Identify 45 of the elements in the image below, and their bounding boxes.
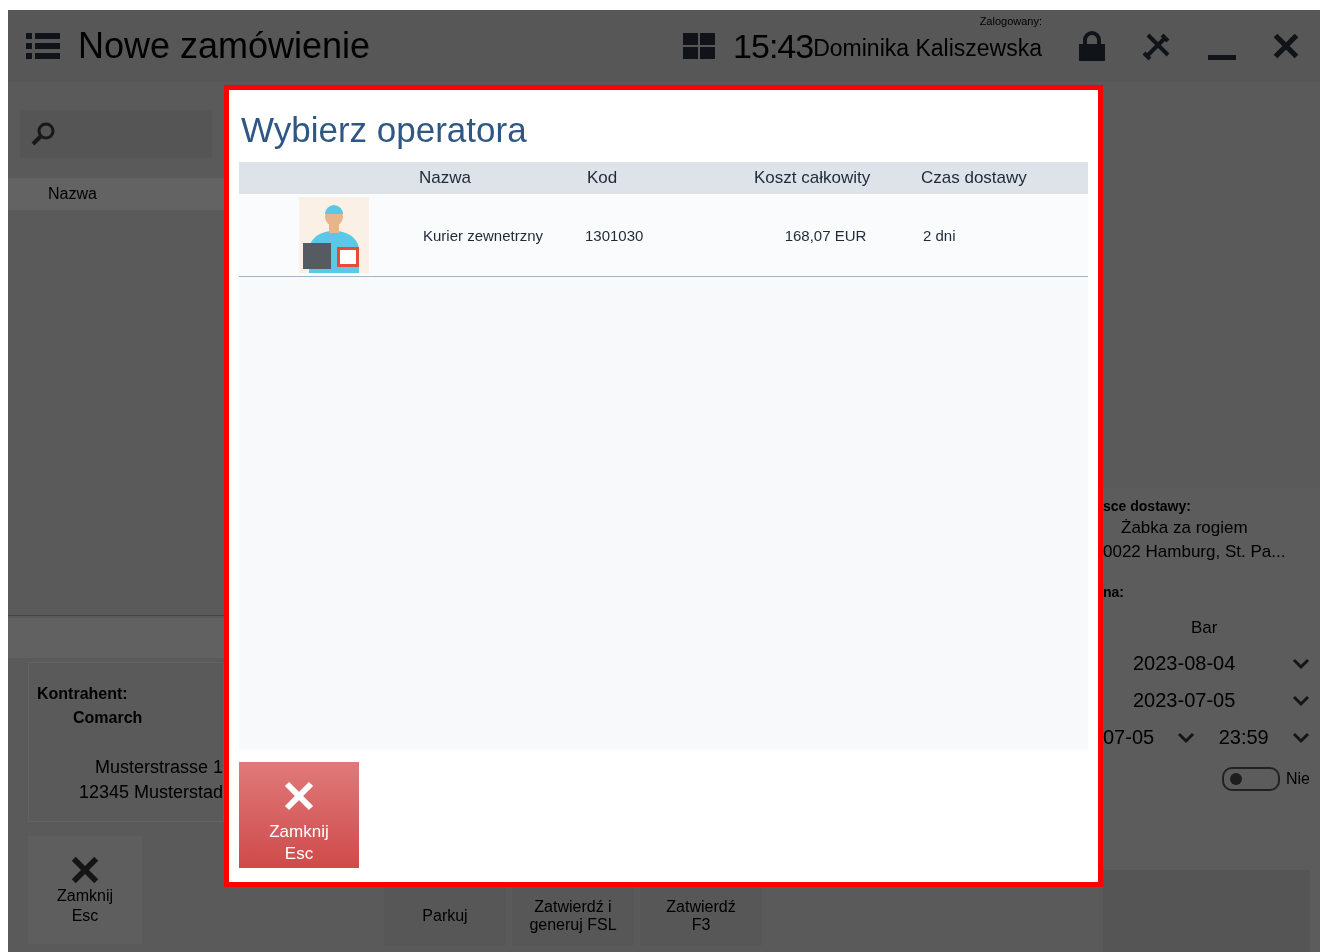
chevron-down-icon[interactable]	[1292, 694, 1310, 707]
chevron-down-icon[interactable]	[1292, 657, 1310, 670]
search-field[interactable]	[20, 110, 212, 158]
search-icon	[30, 121, 56, 147]
table-cell-text: 1301030	[584, 226, 645, 244]
delivery-address: 0022 Hamburg, St. Pa...	[1103, 542, 1287, 562]
close-icon	[70, 855, 100, 885]
window-title: Nowe zamówienie	[78, 25, 372, 67]
logged-in-label: Zalogowany:	[979, 14, 1042, 27]
table-cell-text: 168,07 EUR	[783, 226, 868, 244]
column-header: Czas dostawy	[920, 168, 1028, 188]
contractor-label: Kontrahent:	[37, 685, 129, 703]
date-value: 2023-07-05	[1133, 689, 1236, 712]
column-header: Kod	[586, 168, 619, 188]
user-name: Dominika Kaliszewska	[813, 34, 1042, 62]
delivery-address: Żabka za rogiem	[1121, 518, 1249, 538]
address-line: Musterstrasse 1	[94, 757, 223, 778]
clock-time: 15:43	[733, 26, 814, 66]
column-header: Koszt całkowity	[753, 168, 872, 188]
grid-icon[interactable]	[683, 33, 716, 59]
close-button[interactable]: Zamknij Esc	[28, 836, 142, 944]
tools-icon[interactable]	[1142, 31, 1172, 61]
field-label: na:	[1103, 584, 1125, 600]
date-value: 07-05	[1103, 726, 1155, 749]
toggle-switch[interactable]	[1222, 767, 1280, 791]
table-cell-text: 2 dni	[922, 226, 957, 244]
close-button[interactable]: Zamknij Esc	[239, 762, 359, 868]
date-value: 2023-08-04	[1133, 652, 1236, 675]
table-cell-text: Kurier zewnetrzny	[422, 226, 545, 244]
address-line: 12345 Musterstad	[78, 782, 223, 803]
contractor-name: Comarch	[73, 709, 144, 727]
toggle-label: Nie	[1286, 770, 1310, 788]
dialog-title: Wybierz operatora	[241, 110, 528, 150]
time-value: 23:59	[1218, 726, 1269, 749]
column-header: Nazwa	[8, 178, 224, 210]
close-icon	[1272, 32, 1300, 60]
table-row[interactable]: Kurier zewnetrzny 1301030 168,07 EUR 2 dni	[239, 194, 1088, 277]
lock-icon[interactable]	[1078, 31, 1106, 61]
column-header: Nazwa	[418, 168, 472, 188]
close-icon	[283, 780, 315, 812]
delivery-label: sce dostawy:	[1103, 498, 1192, 514]
chevron-down-icon[interactable]	[1291, 731, 1310, 744]
menu-icon[interactable]	[26, 33, 60, 59]
field-value: Bar	[1191, 618, 1219, 638]
chevron-down-icon[interactable]	[1177, 731, 1196, 744]
